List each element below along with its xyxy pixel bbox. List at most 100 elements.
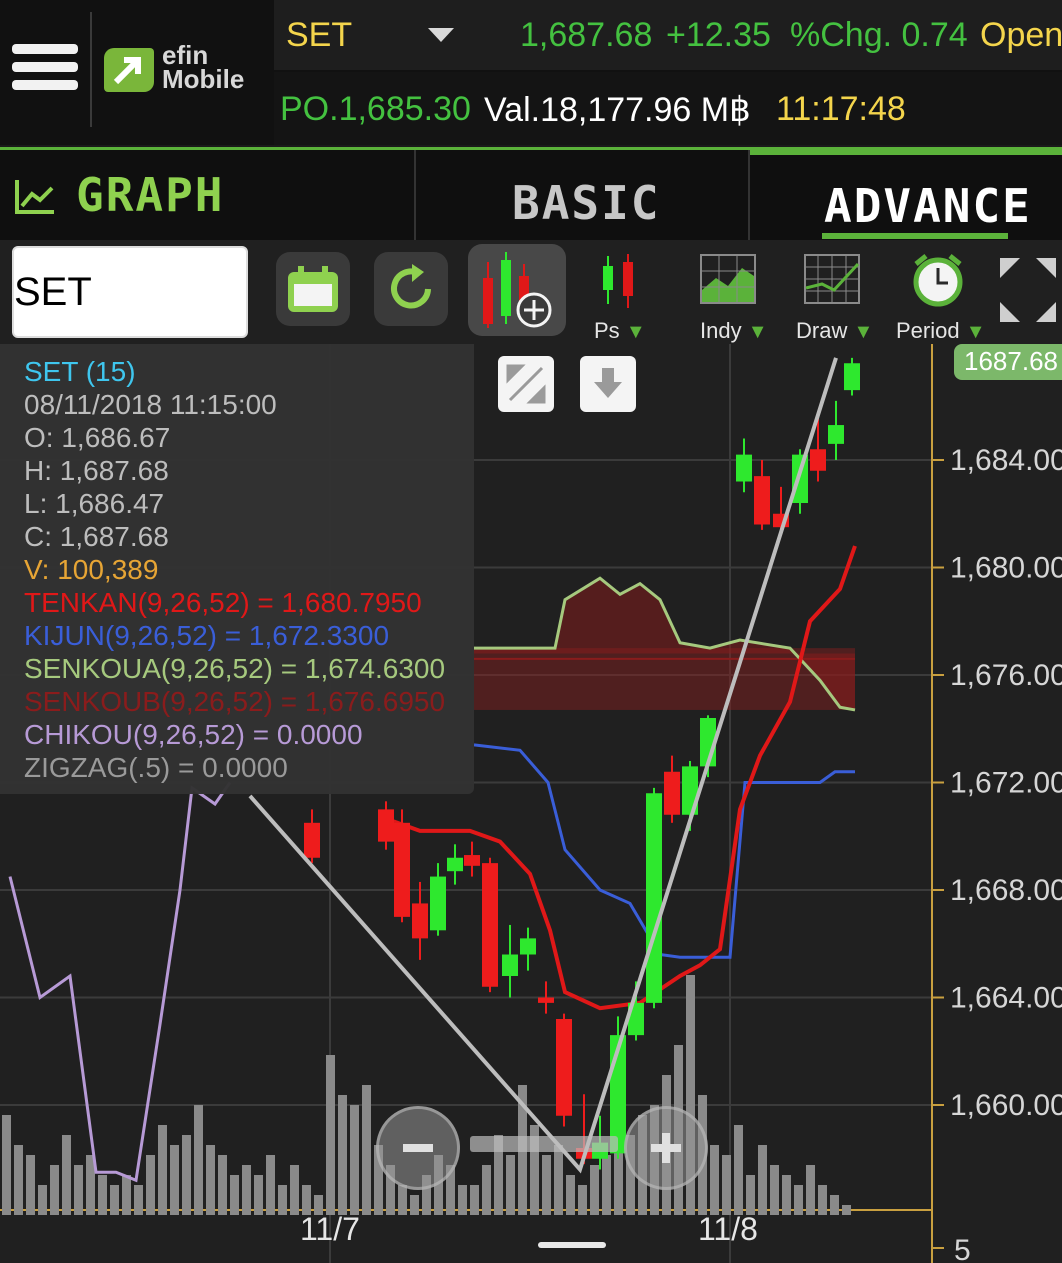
draw-menu[interactable]: Draw ▼ xyxy=(792,248,873,343)
refresh-icon xyxy=(391,264,431,309)
period-label: Period xyxy=(896,318,960,343)
date-label: 11/7 xyxy=(300,1211,360,1247)
tab-advance[interactable]: ADVANCE xyxy=(750,147,1062,247)
volume-bar xyxy=(14,1145,23,1215)
symbol-input[interactable] xyxy=(12,246,248,338)
volume-bar xyxy=(170,1145,179,1215)
volume-bar xyxy=(362,1085,371,1215)
info-tenkan: TENKAN(9,26,52) = 1,680.7950 xyxy=(24,587,422,618)
tab-advance-label: ADVANCE xyxy=(824,179,1032,233)
volume-tick-label: 5 xyxy=(954,1234,971,1263)
volume-bar xyxy=(602,1155,611,1215)
tab-bar: GRAPH BASIC ADVANCE xyxy=(0,147,1062,242)
info-senkoua: SENKOUA(9,26,52) = 1,674.6300 xyxy=(24,653,446,684)
volume-bar xyxy=(122,1175,131,1215)
last-price-tag-label: 1687.68 xyxy=(964,346,1058,376)
ticker-row: SET 1,687.68 +12.35 %Chg. 0.74 Open xyxy=(274,0,1062,70)
volume-bar xyxy=(458,1185,467,1215)
candle-body xyxy=(754,476,770,525)
open-label: Open xyxy=(980,16,1062,54)
refresh-button[interactable] xyxy=(374,252,448,326)
volume-bar xyxy=(794,1185,803,1215)
candle-body xyxy=(736,454,752,482)
candle-body xyxy=(447,857,463,872)
candle-body xyxy=(430,876,446,931)
info-datetime: 08/11/2018 11:15:00 xyxy=(24,389,277,420)
volume-bar xyxy=(98,1175,107,1215)
candle-body xyxy=(482,863,498,987)
logo-arrow-icon xyxy=(104,48,154,92)
tab-graph[interactable]: GRAPH xyxy=(0,150,416,242)
drag-handle[interactable] xyxy=(538,1242,606,1248)
symbol-selector[interactable]: SET xyxy=(286,16,352,55)
divider xyxy=(90,12,92,127)
calendar-icon xyxy=(288,266,338,312)
info-low: L: 1,686.47 xyxy=(24,488,165,519)
expand-button[interactable] xyxy=(994,252,1062,328)
volume-bar xyxy=(194,1105,203,1215)
indy-label: Indy xyxy=(700,318,742,343)
volume-bar xyxy=(110,1185,119,1215)
zoom-out-button[interactable] xyxy=(376,1106,460,1190)
ps-menu[interactable]: Ps ▼ xyxy=(588,248,648,343)
candle-body xyxy=(810,449,826,471)
candle-body xyxy=(844,363,860,391)
volume-bar xyxy=(146,1155,155,1215)
volume-bar xyxy=(470,1185,479,1215)
quote-row: PO.1,685.30 Val.18,177.96 M฿ 11:17:48 xyxy=(274,72,1062,145)
tab-basic[interactable]: BASIC xyxy=(416,150,750,242)
period-menu[interactable]: Period ▼ xyxy=(890,248,990,343)
expand-arrows-icon xyxy=(1000,258,1056,322)
volume-bar xyxy=(218,1155,227,1215)
chevron-down-icon: ▼ xyxy=(625,321,646,343)
candlestick-icon xyxy=(603,254,633,308)
efin-mobile-logo: efin Mobile xyxy=(104,40,274,100)
area-chart-icon xyxy=(700,254,756,304)
info-high: H: 1,687.68 xyxy=(24,455,169,486)
volume-bar xyxy=(542,1155,551,1215)
volume-bar xyxy=(326,1055,335,1215)
calendar-button[interactable] xyxy=(276,252,350,326)
volume-bar xyxy=(746,1175,755,1215)
volume-bar xyxy=(278,1185,287,1215)
price-tick-label: 1,660.00 xyxy=(950,1089,1062,1122)
zoom-slider[interactable] xyxy=(470,1136,618,1152)
last-price-tag: 1687.68 xyxy=(954,344,1062,380)
candle-body xyxy=(464,855,480,866)
chevron-down-icon: ▼ xyxy=(853,321,874,343)
volume-bar xyxy=(62,1135,71,1215)
add-indicator-button[interactable] xyxy=(468,244,566,336)
candle-body xyxy=(412,903,428,939)
candle-body xyxy=(664,771,680,815)
candle-body xyxy=(646,793,662,1003)
chevron-down-icon[interactable] xyxy=(426,26,456,46)
volume-bar xyxy=(842,1205,851,1215)
candle-body xyxy=(502,954,518,976)
volume-bar xyxy=(74,1165,83,1215)
price-tick-label: 1,680.00 xyxy=(950,552,1062,585)
tab-basic-label: BASIC xyxy=(512,176,661,230)
plus-icon xyxy=(651,1133,681,1163)
volume-bar xyxy=(158,1125,167,1215)
download-button[interactable] xyxy=(580,356,636,412)
minus-icon xyxy=(403,1144,433,1152)
volume-bar xyxy=(38,1185,47,1215)
chart-toolbar: Ps ▼ Indy ▼ Draw ▼ Period ▼ xyxy=(0,240,1062,344)
info-kijun: KIJUN(9,26,52) = 1,672.3300 xyxy=(24,620,390,651)
fullscreen-button[interactable] xyxy=(498,356,554,412)
ps-label: Ps xyxy=(594,318,620,343)
info-chikou: CHIKOU(9,26,52) = 0.0000 xyxy=(24,719,363,750)
volume-bar xyxy=(50,1165,59,1215)
volume-bar xyxy=(722,1155,731,1215)
zoom-in-button[interactable] xyxy=(624,1106,708,1190)
price-tick-label: 1,684.00 xyxy=(950,444,1062,477)
price-tick-label: 1,676.00 xyxy=(950,659,1062,692)
info-zigzag: ZIGZAG(.5) = 0.0000 xyxy=(24,752,288,783)
volume-bar xyxy=(266,1155,275,1215)
info-senkoub: SENKOUB(9,26,52) = 1,676.6950 xyxy=(24,686,446,717)
price-tick-label: 1,664.00 xyxy=(950,982,1062,1015)
indicator-menu[interactable]: Indy ▼ xyxy=(694,248,768,343)
hamburger-menu-icon[interactable] xyxy=(10,40,80,96)
candle-body xyxy=(538,997,554,1003)
draw-label: Draw xyxy=(796,318,848,343)
